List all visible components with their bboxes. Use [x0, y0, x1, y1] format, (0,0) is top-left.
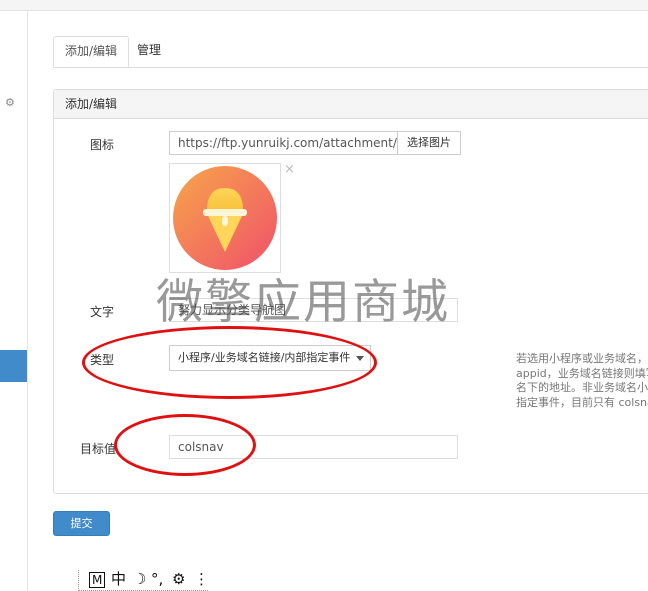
annotation-ellipse-target — [114, 414, 256, 476]
remove-image-icon[interactable]: × — [284, 163, 295, 177]
panel-heading: 添加/编辑 — [54, 90, 648, 119]
submit-button[interactable]: 提交 — [53, 511, 110, 536]
watermark-text: 微擎应用商城 — [156, 275, 450, 330]
ime-punctuation-icon[interactable]: °, — [151, 570, 163, 589]
icon-preview — [169, 163, 281, 273]
ime-chinese-icon[interactable]: 中 — [111, 570, 126, 589]
ime-mode-icon[interactable]: M — [89, 572, 106, 588]
ime-gear-icon[interactable]: ⚙ — [172, 570, 185, 589]
type-help-text: 若选用小程序或业务域名，则 appid，业务域名链接则填写 名下的地址。非业务域… — [516, 352, 648, 409]
tab-manage[interactable]: 管理 — [126, 36, 172, 66]
target-label: 目标值 — [80, 442, 117, 456]
tab-bar: 添加/编辑 管理 — [53, 36, 648, 68]
icon-label: 图标 — [90, 138, 115, 152]
text-label: 文字 — [90, 305, 115, 319]
annotation-ellipse-type — [82, 326, 377, 399]
ime-toolbar: M 中 ☽ °, ⚙ ⋮ — [78, 570, 209, 591]
top-bar — [0, 0, 648, 11]
select-image-button[interactable]: 选择图片 — [397, 131, 461, 155]
ime-more-icon[interactable]: ⋮ — [194, 570, 209, 589]
tab-add-edit[interactable]: 添加/编辑 — [53, 36, 130, 67]
ime-moon-icon[interactable]: ☽ — [133, 570, 146, 589]
icon-url-input[interactable]: https://ftp.yunruikj.com/attachment/vder — [169, 131, 398, 155]
ice-cream-icon — [173, 166, 277, 270]
sidebar-active-item[interactable] — [0, 350, 27, 382]
gear-icon[interactable]: ⚙ — [5, 96, 15, 110]
left-sidebar: ⚙ — [0, 11, 28, 591]
